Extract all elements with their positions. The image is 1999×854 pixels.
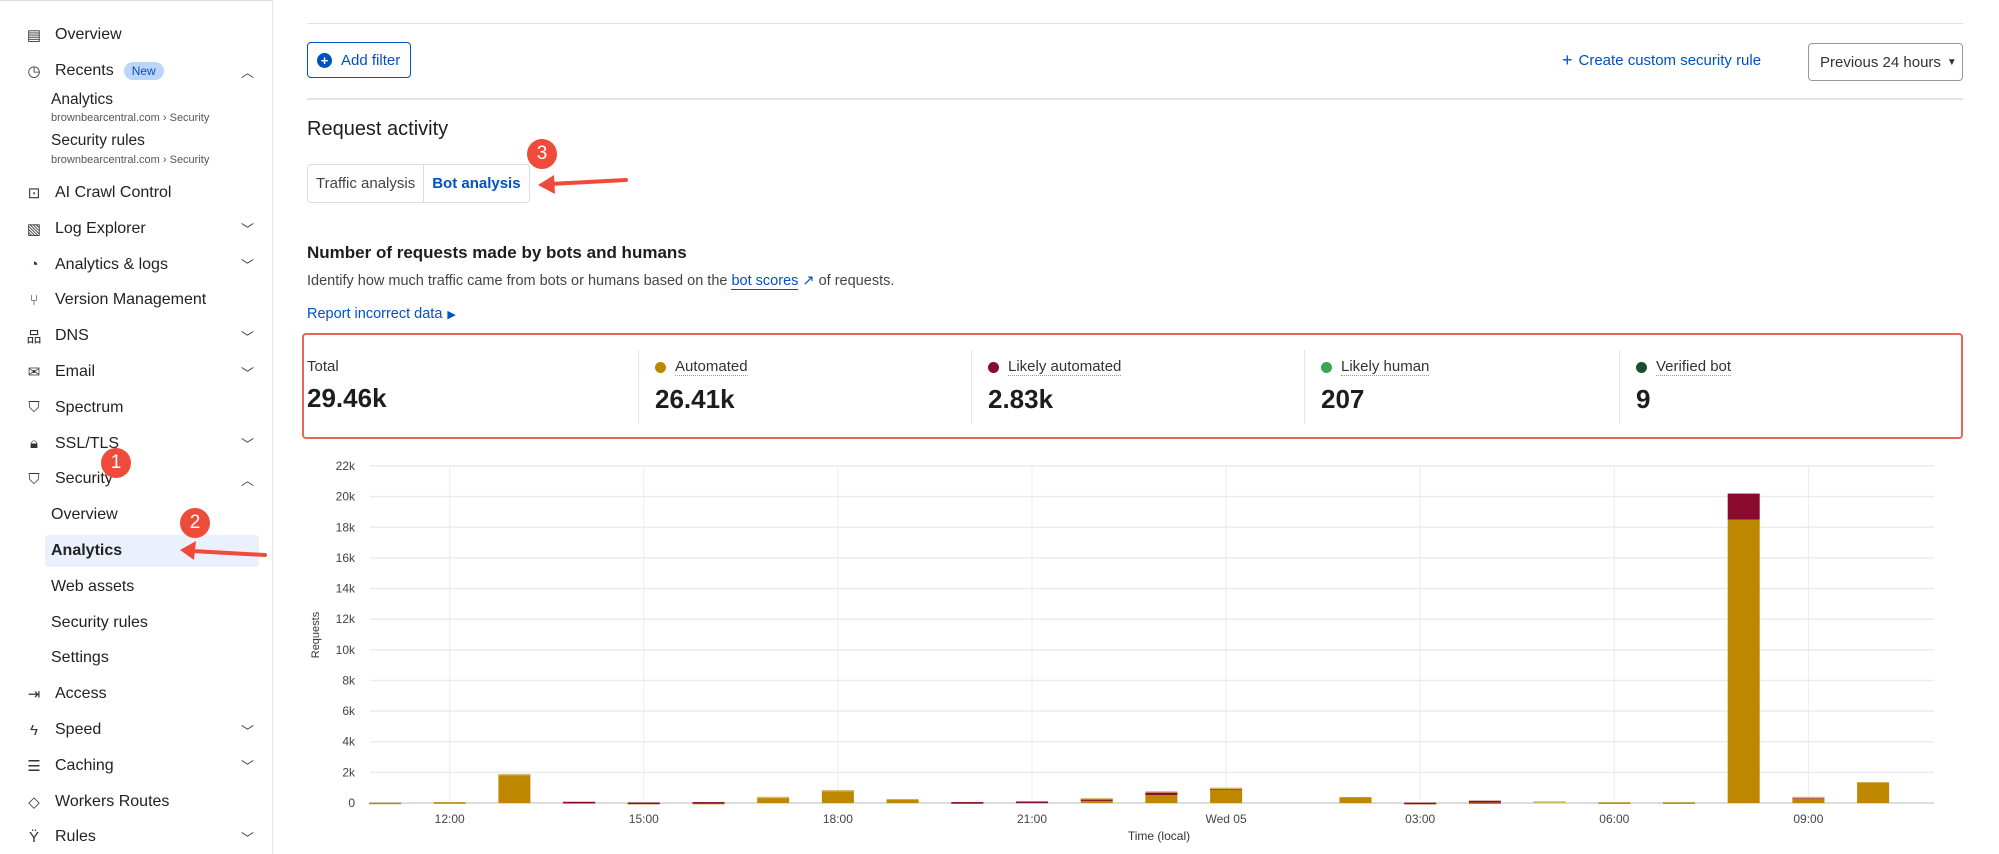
requests-chart: 0 2k 4k 6k 8k 10k 12k 14k 16k 18k 20k 22k 12:00 15:00… <box>310 459 1934 843</box>
bar-automated[interactable] <box>498 774 531 803</box>
bar-likely-automated[interactable] <box>1727 493 1760 520</box>
x-tick-label: 03:00 <box>1405 812 1435 826</box>
bar-likely-human[interactable] <box>1210 787 1243 790</box>
x-tick-label: 18:00 <box>823 812 853 826</box>
y-tick-label: 18k <box>336 520 356 534</box>
bar-automated[interactable] <box>1598 802 1631 804</box>
bar-automated[interactable] <box>1792 798 1825 803</box>
annotation-badge-1: 1 <box>101 448 131 478</box>
y-tick-label: 8k <box>342 673 356 687</box>
x-tick-label: 06:00 <box>1599 812 1629 826</box>
bar-likely-human[interactable] <box>757 796 790 799</box>
bar-automated[interactable] <box>1145 795 1178 803</box>
bar-automated[interactable] <box>369 802 401 805</box>
x-axis-label: Time (local) <box>1128 829 1190 843</box>
bar-automated[interactable] <box>1339 797 1372 803</box>
bar-automated[interactable] <box>886 799 919 803</box>
bar-likely-human[interactable] <box>498 773 531 776</box>
bar-likely-automated[interactable] <box>1404 802 1437 805</box>
x-tick-label: 09:00 <box>1793 812 1823 826</box>
bar-likely-automated[interactable] <box>692 802 725 804</box>
x-tick-label: 21:00 <box>1017 812 1047 826</box>
bar-automated[interactable] <box>1663 802 1695 804</box>
y-tick-label: 0 <box>348 796 355 810</box>
bar-likely-human[interactable] <box>1792 796 1825 799</box>
y-tick-label: 2k <box>342 765 356 779</box>
y-tick-label: 10k <box>336 643 356 657</box>
bar-likely-automated[interactable] <box>1468 800 1501 803</box>
y-tick-label: 14k <box>336 582 356 596</box>
bar-likely-human[interactable] <box>1080 798 1113 800</box>
x-tick-label: 15:00 <box>629 812 659 826</box>
bar-automated[interactable] <box>433 802 466 804</box>
bar-automated[interactable] <box>1727 519 1760 803</box>
y-tick-label: 22k <box>336 459 356 473</box>
bar-automated[interactable] <box>1210 789 1243 803</box>
bar-likely-automated[interactable] <box>1016 801 1048 803</box>
x-tick-label: 12:00 <box>435 812 465 826</box>
y-tick-label: 4k <box>342 735 356 749</box>
bar-likely-automated[interactable] <box>951 802 984 804</box>
x-tick-label: Wed 05 <box>1206 812 1247 826</box>
bar-likely-automated[interactable] <box>563 801 596 804</box>
bar-automated[interactable] <box>757 797 790 803</box>
annotation-badge-3: 3 <box>527 139 557 169</box>
y-tick-label: 12k <box>336 612 356 626</box>
y-tick-label: 20k <box>336 490 356 504</box>
y-tick-label: 6k <box>342 704 356 718</box>
bar-automated[interactable] <box>821 790 854 803</box>
bar-likely-human[interactable] <box>821 789 854 792</box>
bar-automated[interactable] <box>1857 782 1890 803</box>
bar-likely-human[interactable] <box>1533 801 1566 803</box>
bar-likely-human[interactable] <box>1145 791 1178 793</box>
annotation-badge-2: 2 <box>180 508 210 538</box>
bar-automated[interactable] <box>1468 802 1501 805</box>
bar-likely-automated[interactable] <box>627 802 660 805</box>
y-axis-label: Requests <box>310 611 322 658</box>
y-tick-label: 16k <box>336 551 356 565</box>
